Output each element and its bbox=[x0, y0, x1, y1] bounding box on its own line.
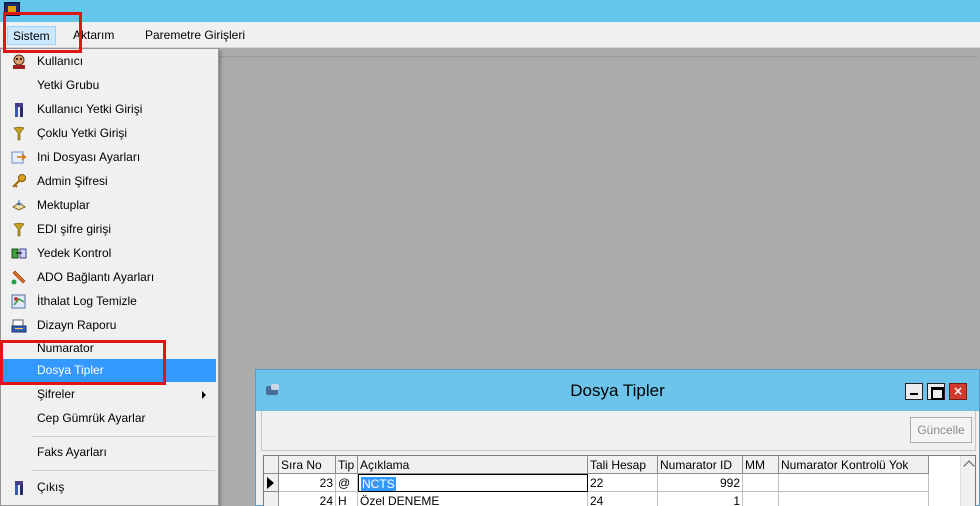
exit-icon bbox=[11, 480, 27, 495]
menu-item-cikis[interactable]: Çıkış bbox=[3, 476, 216, 499]
column-header-tali-hesap[interactable]: Tali Hesap bbox=[588, 456, 658, 474]
selected-text: NCTS bbox=[361, 477, 396, 491]
window-title: Dosya Tipler bbox=[570, 381, 665, 400]
column-header-numarator-kontrolu-yok[interactable]: Numarator Kontrolü Yok bbox=[779, 456, 929, 474]
multi-permission-icon bbox=[11, 126, 27, 141]
grid-corner bbox=[264, 456, 279, 474]
menu-item-label: Yedek Kontrol bbox=[37, 246, 112, 260]
menu-item-label: Faks Ayarları bbox=[37, 445, 107, 459]
menu-item-label: EDI şifre girişi bbox=[37, 222, 112, 236]
column-header-numarator-id[interactable]: Numarator ID bbox=[658, 456, 743, 474]
row-indicator[interactable] bbox=[264, 492, 279, 506]
menu-item-faks-ayarlari[interactable]: Faks Ayarları bbox=[3, 441, 216, 464]
edi-password-icon bbox=[11, 222, 27, 237]
column-header-sira-no[interactable]: Sıra No bbox=[279, 456, 336, 474]
table-cell[interactable] bbox=[779, 474, 929, 492]
table-cell[interactable]: 23 bbox=[279, 474, 336, 492]
menu-item-label: Çoklu Yetki Girişi bbox=[37, 126, 128, 140]
menu-item-kullanici[interactable]: Kullanıcı bbox=[3, 50, 216, 73]
menu-item-label: Kullanıcı Yetki Girişi bbox=[37, 102, 143, 116]
menu-item-cep-gumruk-ayarlar[interactable]: Cep Gümrük Ayarlar bbox=[3, 407, 216, 430]
menu-separator bbox=[31, 436, 215, 437]
menu-item-ini-dosyasi-ayarlari[interactable]: Ini Dosyası Ayarları bbox=[3, 146, 216, 169]
close-button[interactable]: × bbox=[949, 383, 967, 400]
menu-paremetre-girisleri[interactable]: Paremetre Girişleri bbox=[140, 26, 250, 45]
menu-item-label: İthalat Log Temizle bbox=[37, 294, 137, 308]
row-indicator[interactable] bbox=[264, 474, 279, 492]
menu-item-label: Şifreler bbox=[37, 387, 76, 401]
menu-item-ithalat-log-temizle[interactable]: İthalat Log Temizle bbox=[3, 290, 216, 313]
child-titlebar[interactable]: Dosya Tipler × bbox=[256, 370, 979, 411]
dosya-tipler-grid[interactable]: Sıra No Tip Açıklama Tali Hesap Numarato… bbox=[263, 455, 976, 506]
child-toolbar: Güncelle bbox=[261, 411, 976, 451]
app-titlebar bbox=[0, 0, 980, 22]
table-cell[interactable] bbox=[743, 492, 779, 506]
table-cell[interactable] bbox=[779, 492, 929, 506]
report-design-icon bbox=[11, 318, 27, 333]
table-cell[interactable]: Özel DENEME bbox=[358, 492, 588, 506]
sistem-dropdown-menu: Kullanıcı Yetki Grubu Kullanıcı Yetki Gi… bbox=[0, 48, 219, 506]
menu-item-label: Çıkış bbox=[37, 480, 65, 494]
submenu-arrow-icon bbox=[202, 391, 206, 399]
minimize-button[interactable] bbox=[905, 383, 923, 400]
menu-item-ado-baglanti-ayarlari[interactable]: ADO Bağlantı Ayarları bbox=[3, 266, 216, 289]
menu-item-kullanici-yetki-girisi[interactable]: Kullanıcı Yetki Girişi bbox=[3, 98, 216, 121]
menu-separator bbox=[31, 470, 215, 471]
dosya-tipler-window: Dosya Tipler × Güncelle Sıra No Tip Açık… bbox=[255, 369, 980, 506]
key-icon bbox=[11, 174, 27, 189]
maximize-button[interactable] bbox=[927, 383, 945, 400]
table-cell[interactable]: 992 bbox=[658, 474, 743, 492]
column-header-tip[interactable]: Tip bbox=[336, 456, 358, 474]
ini-file-icon bbox=[11, 150, 27, 165]
menu-item-sifreler[interactable]: Şifreler bbox=[3, 383, 216, 406]
highlight-annotation bbox=[3, 12, 82, 53]
menu-item-mektuplar[interactable]: Mektuplar bbox=[3, 194, 216, 217]
table-cell[interactable]: 24 bbox=[588, 492, 658, 506]
menu-item-label: Mektuplar bbox=[37, 198, 90, 212]
menu-item-label: Dizayn Raporu bbox=[37, 318, 117, 332]
menu-item-edi-sifre-girisi[interactable]: EDI şifre girişi bbox=[3, 218, 216, 241]
menu-item-label: Yetki Grubu bbox=[37, 78, 100, 92]
table-cell[interactable]: 22 bbox=[588, 474, 658, 492]
menu-item-label: ADO Bağlantı Ayarları bbox=[37, 270, 155, 284]
table-cell[interactable]: @ bbox=[336, 474, 358, 492]
user-permission-icon bbox=[11, 102, 27, 117]
guncelle-button[interactable]: Güncelle bbox=[910, 417, 972, 443]
backup-icon bbox=[11, 246, 27, 261]
user-icon bbox=[11, 54, 27, 69]
connection-icon bbox=[11, 270, 27, 285]
log-clean-icon bbox=[11, 294, 27, 309]
table-cell[interactable] bbox=[743, 474, 779, 492]
menu-item-label: Admin Şifresi bbox=[37, 174, 108, 188]
menu-item-admin-sifresi[interactable]: Admin Şifresi bbox=[3, 170, 216, 193]
menu-item-dizayn-raporu[interactable]: Dizayn Raporu bbox=[3, 314, 216, 337]
menu-item-label: Kullanıcı bbox=[37, 54, 84, 68]
letter-icon bbox=[11, 198, 27, 213]
scroll-up-arrow-icon[interactable] bbox=[963, 460, 975, 472]
menu-item-coklu-yetki-girisi[interactable]: Çoklu Yetki Girişi bbox=[3, 122, 216, 145]
highlight-annotation bbox=[0, 340, 166, 385]
menu-item-yetki-grubu[interactable]: Yetki Grubu bbox=[3, 74, 216, 97]
table-cell[interactable]: H bbox=[336, 492, 358, 506]
menu-item-label: Cep Gümrük Ayarlar bbox=[37, 411, 146, 425]
column-header-mm[interactable]: MM bbox=[743, 456, 779, 474]
menu-item-label: Ini Dosyası Ayarları bbox=[37, 150, 141, 164]
table-cell[interactable]: 1 bbox=[658, 492, 743, 506]
menu-bar: Sistem Aktarım Paremetre Girişleri bbox=[0, 22, 980, 48]
table-cell[interactable]: 24 bbox=[279, 492, 336, 506]
table-cell-editing[interactable]: NCTS bbox=[358, 474, 588, 492]
column-header-aciklama[interactable]: Açıklama bbox=[358, 456, 588, 474]
vertical-scrollbar[interactable] bbox=[960, 456, 975, 506]
current-row-pointer-icon bbox=[267, 477, 274, 489]
menu-item-yedek-kontrol[interactable]: Yedek Kontrol bbox=[3, 242, 216, 265]
